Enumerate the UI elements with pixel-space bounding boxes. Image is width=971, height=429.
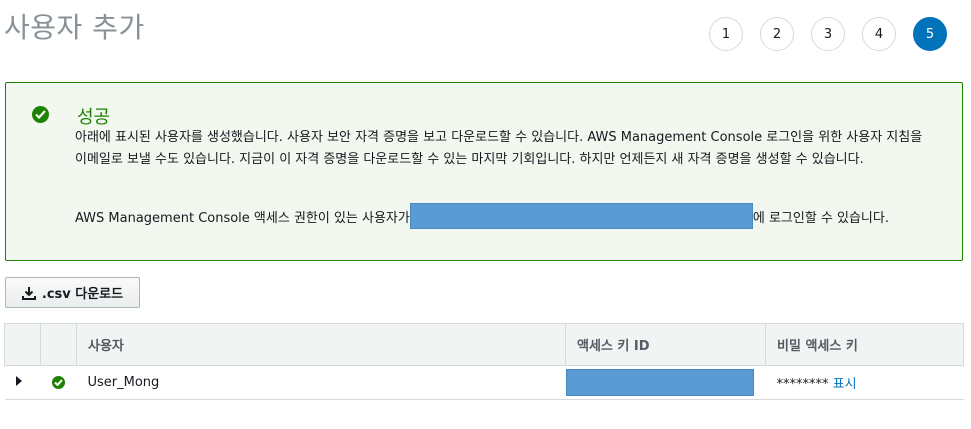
header-access-key-id: 액세스 키 ID (565, 323, 766, 366)
step-1: 1 (709, 17, 743, 51)
step-5-current: 5 (913, 17, 947, 51)
expand-cell[interactable] (4, 365, 41, 400)
step-indicator: 1 2 3 4 5 (709, 17, 947, 51)
header-status (40, 323, 77, 366)
signin-url-line: AWS Management Console 액세스 권한이 있는 사용자가 에… (75, 203, 889, 229)
expand-arrow-icon[interactable] (15, 376, 22, 386)
signin-prefix: AWS Management Console 액세스 권한이 있는 사용자가 (75, 210, 410, 226)
success-message: 아래에 표시된 사용자를 생성했습니다. 사용자 보안 자격 증명을 보고 다운… (75, 130, 923, 167)
success-alert: 성공 아래에 표시된 사용자를 생성했습니다. 사용자 보안 자격 증명을 보고… (5, 82, 963, 261)
user-name-cell: User_Mong (76, 365, 566, 400)
show-secret-link[interactable]: 표시 (833, 377, 857, 392)
download-csv-label: .csv 다운로드 (41, 287, 124, 302)
page-title: 사용자 추가 (4, 11, 145, 44)
header-user: 사용자 (76, 323, 566, 366)
users-table: 사용자 액세스 키 ID 비밀 액세스 키 User_Mong ********… (4, 323, 964, 400)
check-circle-icon (32, 106, 49, 123)
secret-key-mask: ******** (776, 377, 829, 392)
redacted-access-key-id (565, 369, 754, 396)
check-circle-icon (51, 376, 65, 389)
step-2: 2 (760, 17, 794, 51)
header-secret-key: 비밀 액세스 키 (765, 323, 964, 366)
step-4: 4 (862, 17, 896, 51)
redacted-signin-url (409, 203, 753, 229)
access-key-id-cell (565, 365, 766, 400)
success-title: 성공 (77, 107, 111, 128)
table-header-row: 사용자 액세스 키 ID 비밀 액세스 키 (4, 323, 964, 366)
download-icon (21, 286, 36, 300)
step-3: 3 (811, 17, 845, 51)
download-csv-button[interactable]: .csv 다운로드 (5, 277, 140, 308)
table-row: User_Mong ******** 표시 (4, 365, 964, 400)
signin-suffix: 에 로그인할 수 있습니다. (752, 210, 889, 226)
status-cell (40, 365, 77, 400)
secret-key-cell: ******** 표시 (765, 365, 964, 400)
header-expand (4, 323, 41, 366)
